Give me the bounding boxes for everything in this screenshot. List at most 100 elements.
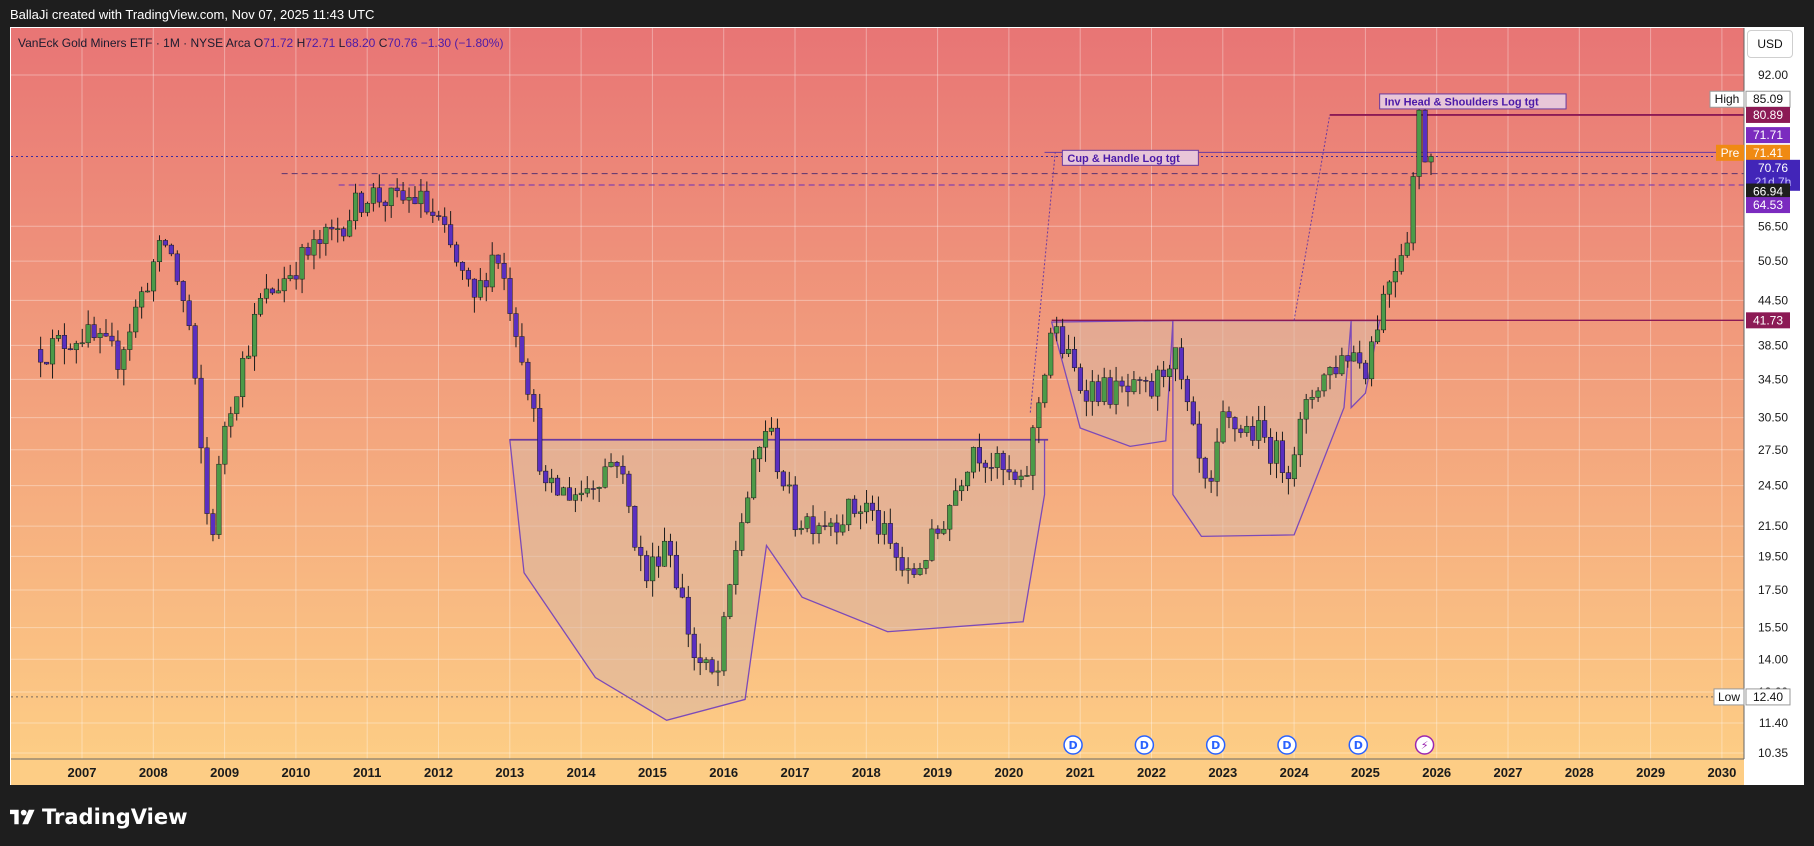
candle-bear xyxy=(400,190,406,201)
candle-bear xyxy=(465,270,471,280)
candle-bear xyxy=(519,336,525,363)
candle-bear xyxy=(204,447,210,514)
year-tick-label: 2027 xyxy=(1494,765,1523,780)
dividend-icon[interactable]: D xyxy=(1063,735,1083,755)
candle-bull xyxy=(1054,326,1060,334)
open-label: O xyxy=(253,36,264,50)
candle-bull xyxy=(1018,475,1024,480)
candle-bear xyxy=(774,427,780,473)
cup-target-tag: 71.71 xyxy=(1753,128,1783,142)
candle-bear xyxy=(691,633,697,659)
candle-bull xyxy=(917,567,923,575)
candle-bull xyxy=(1339,355,1345,375)
candle-bull xyxy=(287,275,293,279)
candle-bear xyxy=(632,505,638,548)
candle-bull xyxy=(311,239,317,256)
time-axis: 2007 2008 2009 2010 2011 2012 2013 2014 2015 2016… xyxy=(11,758,1744,785)
candle-bull xyxy=(840,524,846,533)
candle-bull xyxy=(970,447,977,473)
candle-bear xyxy=(436,215,442,217)
brand-name: TradingView xyxy=(42,805,188,829)
candle-bull xyxy=(156,240,163,263)
year-tick-label: 2012 xyxy=(424,765,453,780)
marker-glyph: D xyxy=(1068,739,1077,752)
currency-button[interactable]: USD xyxy=(1747,30,1793,58)
candle-bear xyxy=(1060,326,1066,354)
dividend-icon[interactable]: D xyxy=(1134,735,1155,755)
year-tick-label: 2025 xyxy=(1351,765,1380,780)
candle-bull xyxy=(727,584,733,617)
candle-bear xyxy=(430,211,436,216)
candle-bear xyxy=(1083,390,1089,402)
candle-bear xyxy=(1250,426,1256,441)
price-tick-label: 19.50 xyxy=(1758,549,1788,563)
open-value: 71.72 xyxy=(263,36,294,50)
candle-bear xyxy=(412,197,418,205)
candle-bear xyxy=(644,555,650,582)
candle-bear xyxy=(899,557,905,571)
year-tick-label: 2014 xyxy=(567,765,597,780)
candle-bear xyxy=(67,348,73,351)
candle-bear xyxy=(1226,411,1232,418)
candle-bear xyxy=(1125,385,1131,393)
candle-bull xyxy=(263,288,269,299)
pre-tag: 71.41 xyxy=(1753,146,1783,160)
candle-bull xyxy=(846,498,852,526)
candle-bear xyxy=(317,239,323,244)
dividend-icon[interactable]: D xyxy=(1205,735,1226,755)
candle-bear xyxy=(667,540,674,556)
price-tick-label: 27.50 xyxy=(1758,443,1788,457)
candle-bull xyxy=(608,461,614,468)
candle-bull xyxy=(1380,293,1387,331)
marker-glyph: D xyxy=(1211,739,1220,752)
candle-bear xyxy=(590,488,596,490)
candle-bear xyxy=(685,596,691,635)
candle-bull xyxy=(323,226,329,244)
dashed-level-tag: 66.94 xyxy=(1753,185,1783,199)
candle-bear xyxy=(869,502,876,511)
candle-bull xyxy=(828,522,834,527)
candle-bear xyxy=(911,568,917,575)
candle-bear xyxy=(103,332,109,337)
candle-bull xyxy=(388,187,394,207)
candle-bull xyxy=(228,413,234,427)
candle-bull xyxy=(798,528,804,531)
candle-bear xyxy=(454,244,460,263)
candle-bear xyxy=(198,377,204,449)
candle-bear xyxy=(1149,381,1155,397)
change-value: −1.30 (−1.80%) xyxy=(420,36,504,50)
candle-bull xyxy=(762,431,769,448)
candle-bull xyxy=(905,568,911,571)
candle-bear xyxy=(1279,440,1286,473)
candle-bull xyxy=(929,528,935,561)
candle-bull xyxy=(299,247,305,280)
candle-bull xyxy=(1321,374,1327,392)
dividend-icon[interactable]: D xyxy=(1348,735,1369,755)
year-tick-label: 2013 xyxy=(495,765,524,780)
price-chart[interactable]: Cup & Handle Log tgt Inv Head & Shoulders… xyxy=(0,0,1814,846)
candle-bull xyxy=(139,291,145,308)
price-tick-label: 92.00 xyxy=(1758,68,1788,82)
candle-bull xyxy=(560,487,567,496)
candle-bull xyxy=(757,446,763,460)
candle-bear xyxy=(1143,380,1149,382)
marker-glyph: D xyxy=(1140,739,1149,752)
candle-bear xyxy=(442,216,448,225)
candle-bear xyxy=(935,528,941,534)
candle-bear xyxy=(1363,362,1369,380)
price-tick-label: 10.35 xyxy=(1758,746,1788,760)
candle-bull xyxy=(733,550,739,586)
candle-bear xyxy=(115,340,121,370)
candle-bull xyxy=(97,332,103,338)
earnings-icon[interactable]: ⚡ xyxy=(1414,735,1435,755)
candle-bear xyxy=(394,187,400,191)
candle-bear xyxy=(1077,367,1083,391)
candle-bull xyxy=(1048,332,1054,376)
dividend-icon[interactable]: D xyxy=(1277,735,1297,755)
symbol-legend: VanEck Gold Miners ETF · 1M · NYSE Arca … xyxy=(18,36,503,50)
candle-bull xyxy=(1410,176,1416,244)
candle-bear xyxy=(679,587,685,598)
candle-bear xyxy=(1119,380,1125,387)
candle-bear xyxy=(875,510,881,535)
year-tick-label: 2023 xyxy=(1208,765,1237,780)
